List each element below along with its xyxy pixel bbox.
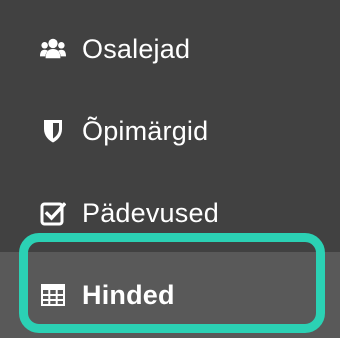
sidebar-item-label: Hinded: [82, 279, 175, 310]
shield-icon: [40, 118, 66, 144]
table-icon: [40, 282, 66, 308]
checkbox-icon: [40, 200, 66, 226]
sidebar-item-label: Õpimärgid: [82, 115, 209, 146]
sidebar-item-competencies[interactable]: Pädevused: [0, 172, 344, 254]
sidebar-item-participants[interactable]: Osalejad: [0, 8, 344, 90]
sidebar-edge: [340, 0, 344, 338]
sidebar-item-label: Osalejad: [82, 33, 191, 64]
users-icon: [40, 36, 66, 62]
sidebar-item-label: Pädevused: [82, 197, 219, 228]
sidebar-nav: Osalejad Õpimärgid Pädevused Hinded: [0, 0, 344, 338]
sidebar-item-grades[interactable]: Hinded: [0, 252, 344, 338]
sidebar-item-badges[interactable]: Õpimärgid: [0, 90, 344, 172]
